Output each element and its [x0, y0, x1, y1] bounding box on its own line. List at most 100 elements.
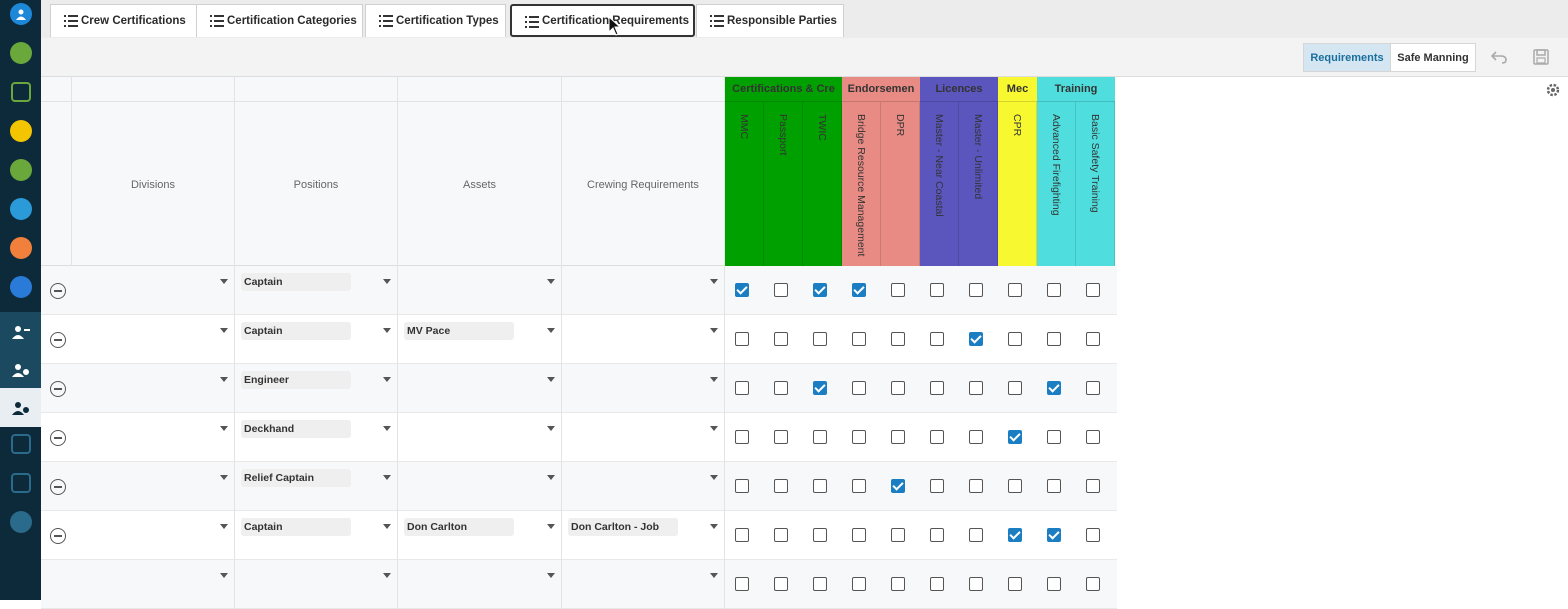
requirement-checkbox[interactable]: [813, 577, 827, 591]
division-select[interactable]: [72, 364, 235, 413]
chevron-down-icon[interactable]: [383, 573, 391, 578]
division-select[interactable]: [72, 266, 235, 315]
cert-column-header[interactable]: TWIC: [803, 102, 842, 266]
chevron-down-icon[interactable]: [710, 475, 718, 480]
requirement-checkbox[interactable]: [930, 577, 944, 591]
chevron-down-icon[interactable]: [220, 524, 228, 529]
documents-icon[interactable]: [0, 424, 41, 463]
requirement-checkbox[interactable]: [1008, 332, 1022, 346]
tab-certification-types[interactable]: Certification Types: [365, 4, 506, 37]
requirement-checkbox[interactable]: [1047, 528, 1061, 542]
requirement-checkbox[interactable]: [735, 528, 749, 542]
chevron-down-icon[interactable]: [547, 573, 555, 578]
crew-assign-icon[interactable]: [0, 312, 41, 351]
requirement-checkbox[interactable]: [930, 479, 944, 493]
requirement-checkbox[interactable]: [774, 577, 788, 591]
requirement-checkbox[interactable]: [969, 381, 983, 395]
maintenance-icon[interactable]: [0, 33, 41, 72]
crewing-select[interactable]: Don Carlton - Job: [562, 511, 725, 560]
chevron-down-icon[interactable]: [220, 426, 228, 431]
chevron-down-icon[interactable]: [547, 426, 555, 431]
requirement-checkbox[interactable]: [852, 430, 866, 444]
reports-icon[interactable]: [0, 72, 41, 111]
dashboard-icon[interactable]: [0, 267, 41, 306]
chevron-down-icon[interactable]: [220, 573, 228, 578]
crewing-select[interactable]: [562, 560, 725, 609]
requirement-checkbox[interactable]: [930, 381, 944, 395]
chevron-down-icon[interactable]: [710, 328, 718, 333]
requirement-checkbox[interactable]: [930, 528, 944, 542]
requirement-checkbox[interactable]: [930, 283, 944, 297]
requirement-checkbox[interactable]: [774, 332, 788, 346]
requirement-checkbox[interactable]: [813, 528, 827, 542]
division-select[interactable]: [72, 560, 235, 609]
requirement-checkbox[interactable]: [1047, 430, 1061, 444]
positions-header[interactable]: Positions: [235, 77, 398, 266]
remove-row-icon[interactable]: [50, 332, 66, 348]
division-select[interactable]: [72, 462, 235, 511]
requirement-checkbox[interactable]: [774, 381, 788, 395]
chevron-down-icon[interactable]: [383, 524, 391, 529]
tab-certification-categories[interactable]: Certification Categories: [196, 4, 363, 37]
requirement-checkbox[interactable]: [969, 430, 983, 444]
requirement-checkbox[interactable]: [1047, 332, 1061, 346]
settings-link-icon[interactable]: [0, 502, 41, 541]
crewing-select[interactable]: [562, 266, 725, 315]
asset-select[interactable]: Don Carlton: [398, 511, 562, 560]
save-icon[interactable]: [1533, 49, 1549, 65]
position-select[interactable]: [235, 560, 398, 609]
requirement-checkbox[interactable]: [969, 577, 983, 591]
chevron-down-icon[interactable]: [547, 328, 555, 333]
requirement-checkbox[interactable]: [891, 479, 905, 493]
crew-icon[interactable]: [0, 228, 41, 267]
requirement-checkbox[interactable]: [969, 479, 983, 493]
cert-column-header[interactable]: Passport: [764, 102, 803, 266]
chevron-down-icon[interactable]: [710, 573, 718, 578]
chevron-down-icon[interactable]: [383, 426, 391, 431]
crewing-select[interactable]: [562, 364, 725, 413]
requirement-checkbox[interactable]: [813, 332, 827, 346]
cert-column-header[interactable]: DPR: [881, 102, 920, 266]
asset-select[interactable]: [398, 462, 562, 511]
division-select[interactable]: [72, 413, 235, 462]
crewing-requirements-header[interactable]: Crewing Requirements: [562, 77, 725, 266]
requirement-checkbox[interactable]: [774, 283, 788, 297]
crewing-select[interactable]: [562, 413, 725, 462]
safe-manning-toggle[interactable]: Safe Manning: [1390, 43, 1476, 72]
requirement-checkbox[interactable]: [969, 528, 983, 542]
cert-column-header[interactable]: Basic Safety Training: [1076, 102, 1115, 266]
cert-column-header[interactable]: MMC: [725, 102, 764, 266]
chevron-down-icon[interactable]: [383, 377, 391, 382]
chevron-down-icon[interactable]: [547, 279, 555, 284]
requirement-checkbox[interactable]: [1047, 479, 1061, 493]
asset-select[interactable]: [398, 266, 562, 315]
requirement-checkbox[interactable]: [1086, 332, 1100, 346]
remove-row-icon[interactable]: [50, 283, 66, 299]
chevron-down-icon[interactable]: [220, 475, 228, 480]
requirements-toggle[interactable]: Requirements: [1303, 43, 1391, 72]
requirement-checkbox[interactable]: [813, 283, 827, 297]
tab-certification-requirements[interactable]: Certification Requirements: [510, 4, 695, 37]
remove-row-icon[interactable]: [50, 430, 66, 446]
requirement-checkbox[interactable]: [735, 283, 749, 297]
requirement-checkbox[interactable]: [1008, 577, 1022, 591]
chevron-down-icon[interactable]: [547, 524, 555, 529]
chevron-down-icon[interactable]: [710, 524, 718, 529]
requirement-checkbox[interactable]: [852, 479, 866, 493]
requirement-checkbox[interactable]: [1086, 479, 1100, 493]
crew-requirements-icon[interactable]: [0, 388, 41, 427]
position-select[interactable]: Relief Captain: [235, 462, 398, 511]
crewing-select[interactable]: [562, 462, 725, 511]
requirement-checkbox[interactable]: [852, 332, 866, 346]
requirement-checkbox[interactable]: [1047, 283, 1061, 297]
chevron-down-icon[interactable]: [383, 328, 391, 333]
requirement-checkbox[interactable]: [774, 479, 788, 493]
position-select[interactable]: Captain: [235, 315, 398, 364]
position-select[interactable]: Deckhand: [235, 413, 398, 462]
requirement-checkbox[interactable]: [735, 479, 749, 493]
requirement-checkbox[interactable]: [1086, 528, 1100, 542]
chevron-down-icon[interactable]: [220, 328, 228, 333]
requirement-checkbox[interactable]: [1008, 283, 1022, 297]
requirement-checkbox[interactable]: [969, 332, 983, 346]
chevron-down-icon[interactable]: [220, 377, 228, 382]
